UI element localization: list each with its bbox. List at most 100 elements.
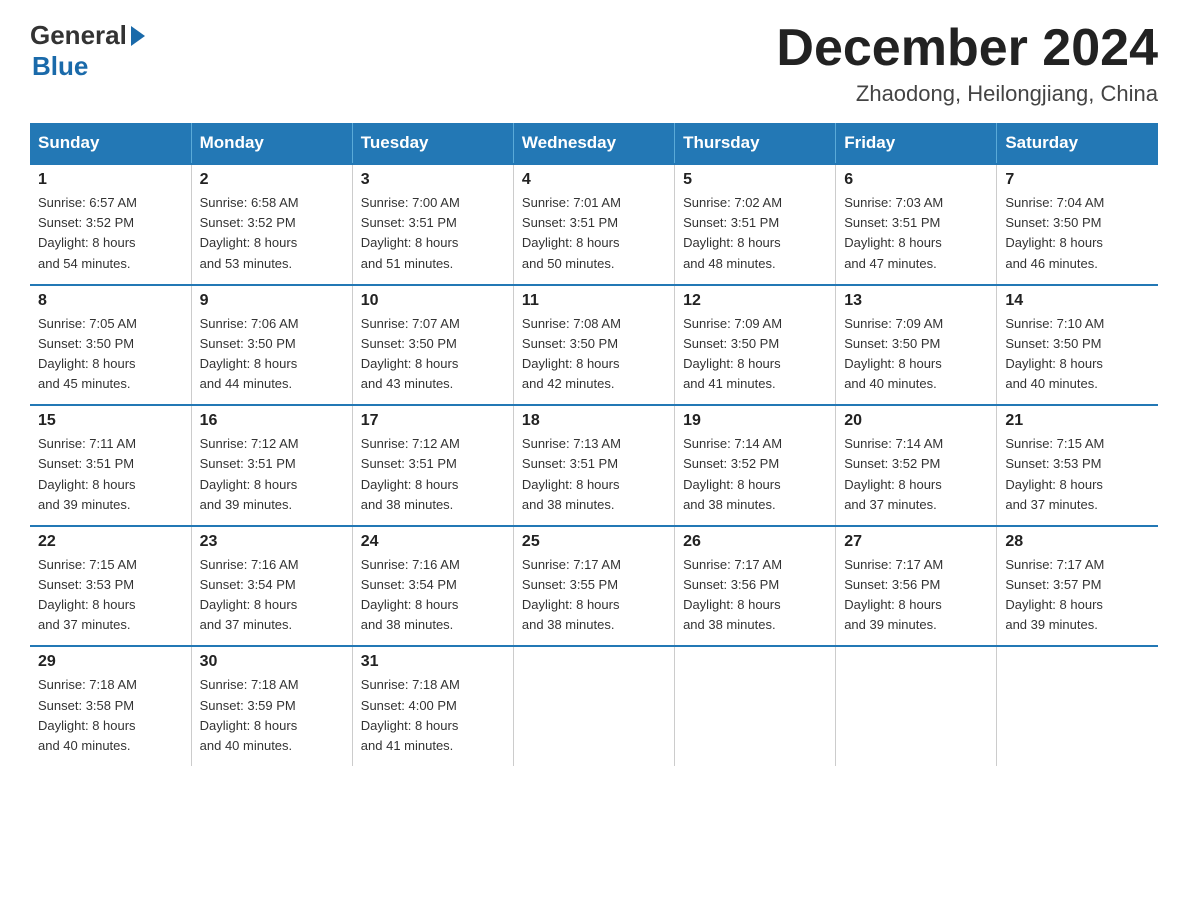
day-info: Sunrise: 7:18 AMSunset: 4:00 PMDaylight:…	[361, 675, 505, 756]
day-number: 30	[200, 653, 344, 671]
table-row: 29 Sunrise: 7:18 AMSunset: 3:58 PMDaylig…	[30, 646, 191, 766]
day-number: 25	[522, 533, 666, 551]
table-row: 5 Sunrise: 7:02 AMSunset: 3:51 PMDayligh…	[675, 164, 836, 285]
table-row: 28 Sunrise: 7:17 AMSunset: 3:57 PMDaylig…	[997, 526, 1158, 647]
logo-blue-text: Blue	[32, 51, 88, 81]
day-info: Sunrise: 7:02 AMSunset: 3:51 PMDaylight:…	[683, 193, 827, 274]
logo-triangle-icon	[131, 26, 145, 46]
col-wednesday: Wednesday	[513, 123, 674, 164]
title-area: December 2024 Zhaodong, Heilongjiang, Ch…	[776, 20, 1158, 107]
day-info: Sunrise: 7:05 AMSunset: 3:50 PMDaylight:…	[38, 314, 183, 395]
day-number: 28	[1005, 533, 1150, 551]
day-info: Sunrise: 7:13 AMSunset: 3:51 PMDaylight:…	[522, 434, 666, 515]
day-number: 2	[200, 171, 344, 189]
location-title: Zhaodong, Heilongjiang, China	[776, 81, 1158, 107]
day-number: 23	[200, 533, 344, 551]
table-row	[513, 646, 674, 766]
table-row: 8 Sunrise: 7:05 AMSunset: 3:50 PMDayligh…	[30, 285, 191, 406]
table-row	[675, 646, 836, 766]
table-row: 6 Sunrise: 7:03 AMSunset: 3:51 PMDayligh…	[836, 164, 997, 285]
day-info: Sunrise: 6:57 AMSunset: 3:52 PMDaylight:…	[38, 193, 183, 274]
day-info: Sunrise: 7:09 AMSunset: 3:50 PMDaylight:…	[844, 314, 988, 395]
table-row: 18 Sunrise: 7:13 AMSunset: 3:51 PMDaylig…	[513, 405, 674, 526]
day-info: Sunrise: 7:11 AMSunset: 3:51 PMDaylight:…	[38, 434, 183, 515]
table-row: 7 Sunrise: 7:04 AMSunset: 3:50 PMDayligh…	[997, 164, 1158, 285]
day-info: Sunrise: 7:08 AMSunset: 3:50 PMDaylight:…	[522, 314, 666, 395]
table-row: 3 Sunrise: 7:00 AMSunset: 3:51 PMDayligh…	[352, 164, 513, 285]
table-row: 1 Sunrise: 6:57 AMSunset: 3:52 PMDayligh…	[30, 164, 191, 285]
table-row: 9 Sunrise: 7:06 AMSunset: 3:50 PMDayligh…	[191, 285, 352, 406]
calendar-week-row: 15 Sunrise: 7:11 AMSunset: 3:51 PMDaylig…	[30, 405, 1158, 526]
calendar-week-row: 22 Sunrise: 7:15 AMSunset: 3:53 PMDaylig…	[30, 526, 1158, 647]
table-row: 12 Sunrise: 7:09 AMSunset: 3:50 PMDaylig…	[675, 285, 836, 406]
col-sunday: Sunday	[30, 123, 191, 164]
day-info: Sunrise: 7:14 AMSunset: 3:52 PMDaylight:…	[844, 434, 988, 515]
day-number: 1	[38, 171, 183, 189]
col-thursday: Thursday	[675, 123, 836, 164]
day-number: 21	[1005, 412, 1150, 430]
table-row: 11 Sunrise: 7:08 AMSunset: 3:50 PMDaylig…	[513, 285, 674, 406]
day-info: Sunrise: 7:16 AMSunset: 3:54 PMDaylight:…	[361, 555, 505, 636]
page-header: General Blue December 2024 Zhaodong, Hei…	[30, 20, 1158, 107]
calendar-week-row: 8 Sunrise: 7:05 AMSunset: 3:50 PMDayligh…	[30, 285, 1158, 406]
day-number: 4	[522, 171, 666, 189]
table-row: 2 Sunrise: 6:58 AMSunset: 3:52 PMDayligh…	[191, 164, 352, 285]
logo: General Blue	[30, 20, 145, 82]
day-number: 22	[38, 533, 183, 551]
table-row: 4 Sunrise: 7:01 AMSunset: 3:51 PMDayligh…	[513, 164, 674, 285]
table-row	[836, 646, 997, 766]
day-number: 13	[844, 292, 988, 310]
table-row: 30 Sunrise: 7:18 AMSunset: 3:59 PMDaylig…	[191, 646, 352, 766]
day-info: Sunrise: 7:07 AMSunset: 3:50 PMDaylight:…	[361, 314, 505, 395]
day-info: Sunrise: 7:00 AMSunset: 3:51 PMDaylight:…	[361, 193, 505, 274]
day-info: Sunrise: 7:12 AMSunset: 3:51 PMDaylight:…	[200, 434, 344, 515]
day-number: 11	[522, 292, 666, 310]
day-info: Sunrise: 7:14 AMSunset: 3:52 PMDaylight:…	[683, 434, 827, 515]
day-number: 14	[1005, 292, 1150, 310]
day-info: Sunrise: 7:17 AMSunset: 3:56 PMDaylight:…	[844, 555, 988, 636]
day-number: 7	[1005, 171, 1150, 189]
day-info: Sunrise: 7:18 AMSunset: 3:59 PMDaylight:…	[200, 675, 344, 756]
day-number: 31	[361, 653, 505, 671]
table-row: 26 Sunrise: 7:17 AMSunset: 3:56 PMDaylig…	[675, 526, 836, 647]
calendar-table: Sunday Monday Tuesday Wednesday Thursday…	[30, 123, 1158, 766]
table-row: 15 Sunrise: 7:11 AMSunset: 3:51 PMDaylig…	[30, 405, 191, 526]
day-number: 29	[38, 653, 183, 671]
day-number: 16	[200, 412, 344, 430]
day-number: 3	[361, 171, 505, 189]
table-row: 14 Sunrise: 7:10 AMSunset: 3:50 PMDaylig…	[997, 285, 1158, 406]
col-friday: Friday	[836, 123, 997, 164]
day-info: Sunrise: 7:15 AMSunset: 3:53 PMDaylight:…	[38, 555, 183, 636]
month-title: December 2024	[776, 20, 1158, 77]
day-info: Sunrise: 6:58 AMSunset: 3:52 PMDaylight:…	[200, 193, 344, 274]
table-row: 31 Sunrise: 7:18 AMSunset: 4:00 PMDaylig…	[352, 646, 513, 766]
col-tuesday: Tuesday	[352, 123, 513, 164]
day-info: Sunrise: 7:15 AMSunset: 3:53 PMDaylight:…	[1005, 434, 1150, 515]
calendar-header-row: Sunday Monday Tuesday Wednesday Thursday…	[30, 123, 1158, 164]
day-number: 19	[683, 412, 827, 430]
day-info: Sunrise: 7:17 AMSunset: 3:57 PMDaylight:…	[1005, 555, 1150, 636]
day-info: Sunrise: 7:09 AMSunset: 3:50 PMDaylight:…	[683, 314, 827, 395]
day-number: 9	[200, 292, 344, 310]
table-row: 21 Sunrise: 7:15 AMSunset: 3:53 PMDaylig…	[997, 405, 1158, 526]
day-number: 24	[361, 533, 505, 551]
day-info: Sunrise: 7:17 AMSunset: 3:56 PMDaylight:…	[683, 555, 827, 636]
table-row: 27 Sunrise: 7:17 AMSunset: 3:56 PMDaylig…	[836, 526, 997, 647]
day-info: Sunrise: 7:17 AMSunset: 3:55 PMDaylight:…	[522, 555, 666, 636]
calendar-week-row: 1 Sunrise: 6:57 AMSunset: 3:52 PMDayligh…	[30, 164, 1158, 285]
table-row: 19 Sunrise: 7:14 AMSunset: 3:52 PMDaylig…	[675, 405, 836, 526]
day-info: Sunrise: 7:16 AMSunset: 3:54 PMDaylight:…	[200, 555, 344, 636]
day-info: Sunrise: 7:06 AMSunset: 3:50 PMDaylight:…	[200, 314, 344, 395]
logo-general-text: General	[30, 20, 127, 51]
day-info: Sunrise: 7:12 AMSunset: 3:51 PMDaylight:…	[361, 434, 505, 515]
day-info: Sunrise: 7:10 AMSunset: 3:50 PMDaylight:…	[1005, 314, 1150, 395]
table-row	[997, 646, 1158, 766]
col-saturday: Saturday	[997, 123, 1158, 164]
table-row: 22 Sunrise: 7:15 AMSunset: 3:53 PMDaylig…	[30, 526, 191, 647]
day-info: Sunrise: 7:01 AMSunset: 3:51 PMDaylight:…	[522, 193, 666, 274]
day-number: 10	[361, 292, 505, 310]
day-number: 5	[683, 171, 827, 189]
table-row: 10 Sunrise: 7:07 AMSunset: 3:50 PMDaylig…	[352, 285, 513, 406]
table-row: 16 Sunrise: 7:12 AMSunset: 3:51 PMDaylig…	[191, 405, 352, 526]
day-number: 26	[683, 533, 827, 551]
